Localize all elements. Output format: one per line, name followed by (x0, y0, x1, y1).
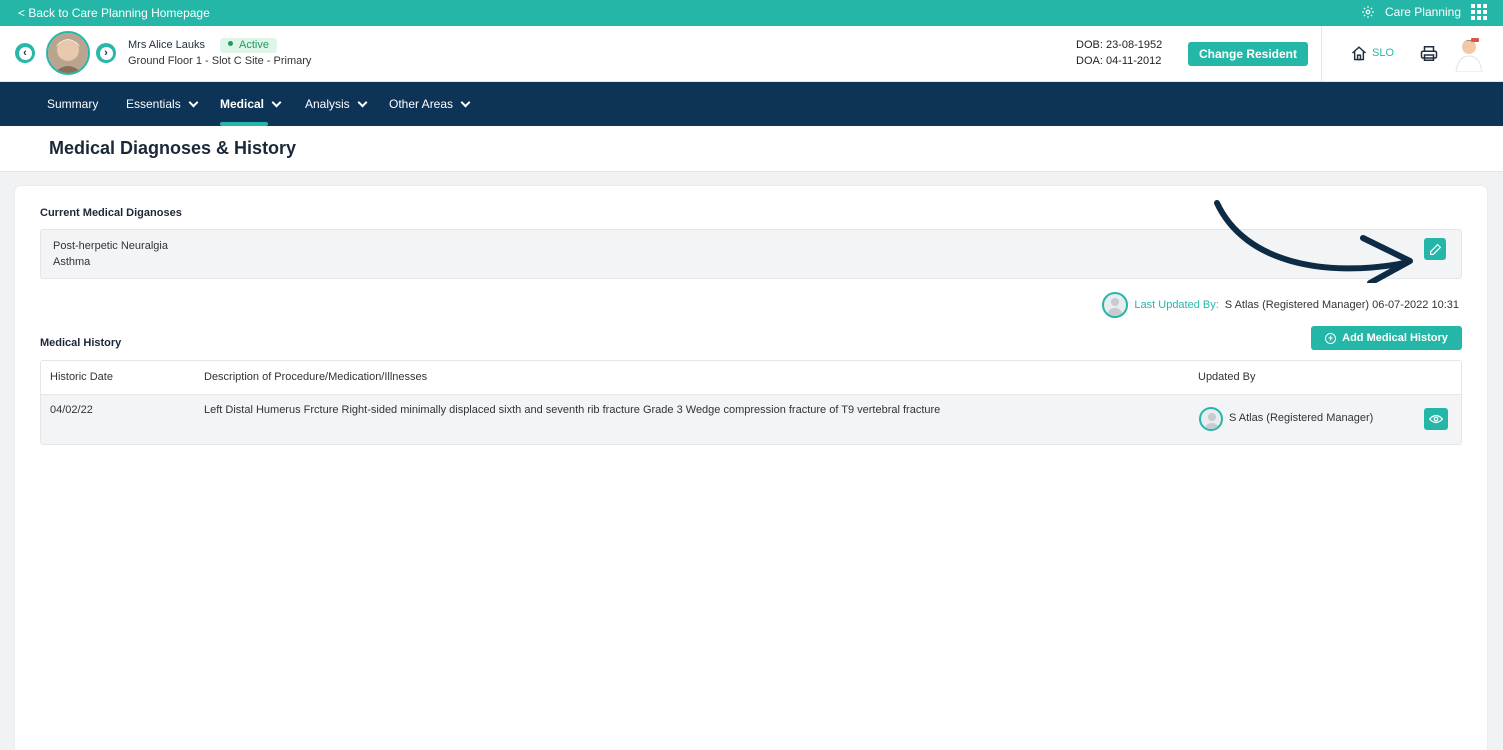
previous-resident-button[interactable]: ‹ (15, 43, 35, 63)
printer-icon (1420, 46, 1438, 61)
status-dot-icon (228, 41, 233, 46)
column-header-updated-by: Updated By (1198, 371, 1256, 383)
nav-analysis[interactable]: Analysis (305, 97, 368, 111)
nav-medical-label: Medical (220, 97, 265, 111)
row-date: 04/02/22 (50, 404, 93, 416)
pencil-icon (1429, 243, 1441, 255)
resident-name: Mrs Alice Lauks (128, 39, 206, 51)
chevron-down-icon (460, 97, 471, 107)
nav-medical[interactable]: Medical (220, 97, 282, 111)
resident-location: Ground Floor 1 - Slot C Site - Primary (128, 55, 312, 67)
current-diagnoses-title: Current Medical Diganoses (40, 207, 182, 219)
nav-essentials-label: Essentials (126, 97, 181, 111)
main-navigation: Summary Essentials Medical Analysis Othe… (0, 82, 1503, 126)
page-title-bar: Medical Diagnoses & History (0, 126, 1503, 172)
page-title: Medical Diagnoses & History (49, 138, 297, 158)
chevron-right-icon: › (99, 46, 113, 60)
nav-essentials[interactable]: Essentials (126, 97, 199, 111)
table-header: Historic Date Description of Procedure/M… (41, 361, 1461, 395)
top-bar: < Back to Care Planning Homepage Care Pl… (0, 0, 1503, 26)
plus-circle-icon: + (1325, 332, 1337, 344)
add-medical-history-button[interactable]: + Add Medical History (1311, 326, 1462, 350)
nav-other-areas-label: Other Areas (389, 97, 454, 111)
row-updated-by: S Atlas (Registered Manager) (1229, 412, 1374, 424)
resident-header: ‹ › Mrs Alice Lauks Active Ground Floor … (0, 26, 1503, 82)
app-name-label: Care Planning (1384, 5, 1461, 19)
print-button[interactable] (1420, 45, 1438, 67)
medical-history-table: Historic Date Description of Procedure/M… (40, 360, 1462, 445)
row-description: Left Distal Humerus Frcture Right-sided … (204, 404, 941, 416)
add-medical-history-label: Add Medical History (1342, 332, 1448, 344)
edit-diagnoses-button[interactable] (1424, 238, 1446, 260)
resident-doa: DOA: 04-11-2012 (1076, 55, 1162, 67)
change-resident-button[interactable]: Change Resident (1188, 42, 1308, 66)
chevron-down-icon (188, 97, 199, 107)
chevron-down-icon (271, 97, 282, 107)
last-updated-label: Last Updated By: (1134, 299, 1219, 311)
eye-icon (1429, 414, 1443, 424)
table-row: 04/02/22 Left Distal Humerus Frcture Rig… (41, 395, 1461, 444)
last-updated-info: Last Updated By: S Atlas (Registered Man… (1102, 292, 1459, 318)
chevron-down-icon (357, 97, 368, 107)
home-icon (1351, 46, 1367, 61)
last-updated-value: S Atlas (Registered Manager) 06-07-2022 … (1224, 299, 1459, 311)
status-label: Active (239, 39, 269, 51)
row-updater-avatar (1199, 407, 1223, 431)
resident-photo (46, 31, 90, 75)
home-selector[interactable]: SLO (1350, 45, 1394, 61)
view-history-button[interactable] (1424, 408, 1448, 430)
home-code-label: SLO (1372, 47, 1395, 59)
column-header-description: Description of Procedure/Medication/Illn… (204, 371, 428, 383)
settings-gear-icon[interactable] (1361, 5, 1375, 19)
nav-summary-label: Summary (47, 97, 99, 111)
column-header-date: Historic Date (50, 371, 113, 383)
medical-history-title: Medical History (40, 337, 122, 349)
app-grid-icon[interactable] (1471, 4, 1487, 20)
nav-other-areas[interactable]: Other Areas (389, 97, 471, 111)
status-badge: Active (220, 38, 277, 53)
back-to-homepage-link[interactable]: < Back to Care Planning Homepage (18, 6, 210, 20)
annotation-arrow (1214, 200, 1413, 283)
header-divider (1321, 26, 1322, 82)
nav-analysis-label: Analysis (305, 97, 350, 111)
resident-dob: DOB: 23-08-1952 (1076, 39, 1163, 51)
next-resident-button[interactable]: › (96, 43, 116, 63)
chevron-left-icon: ‹ (18, 46, 32, 60)
top-bar-right: Care Planning (1361, 4, 1487, 20)
updater-avatar (1102, 292, 1129, 318)
user-avatar[interactable] (1452, 36, 1486, 73)
nav-summary[interactable]: Summary (47, 97, 98, 111)
diagnosis-item: Post-herpetic Neuralgia (53, 240, 168, 252)
diagnosis-item: Asthma (53, 256, 91, 268)
